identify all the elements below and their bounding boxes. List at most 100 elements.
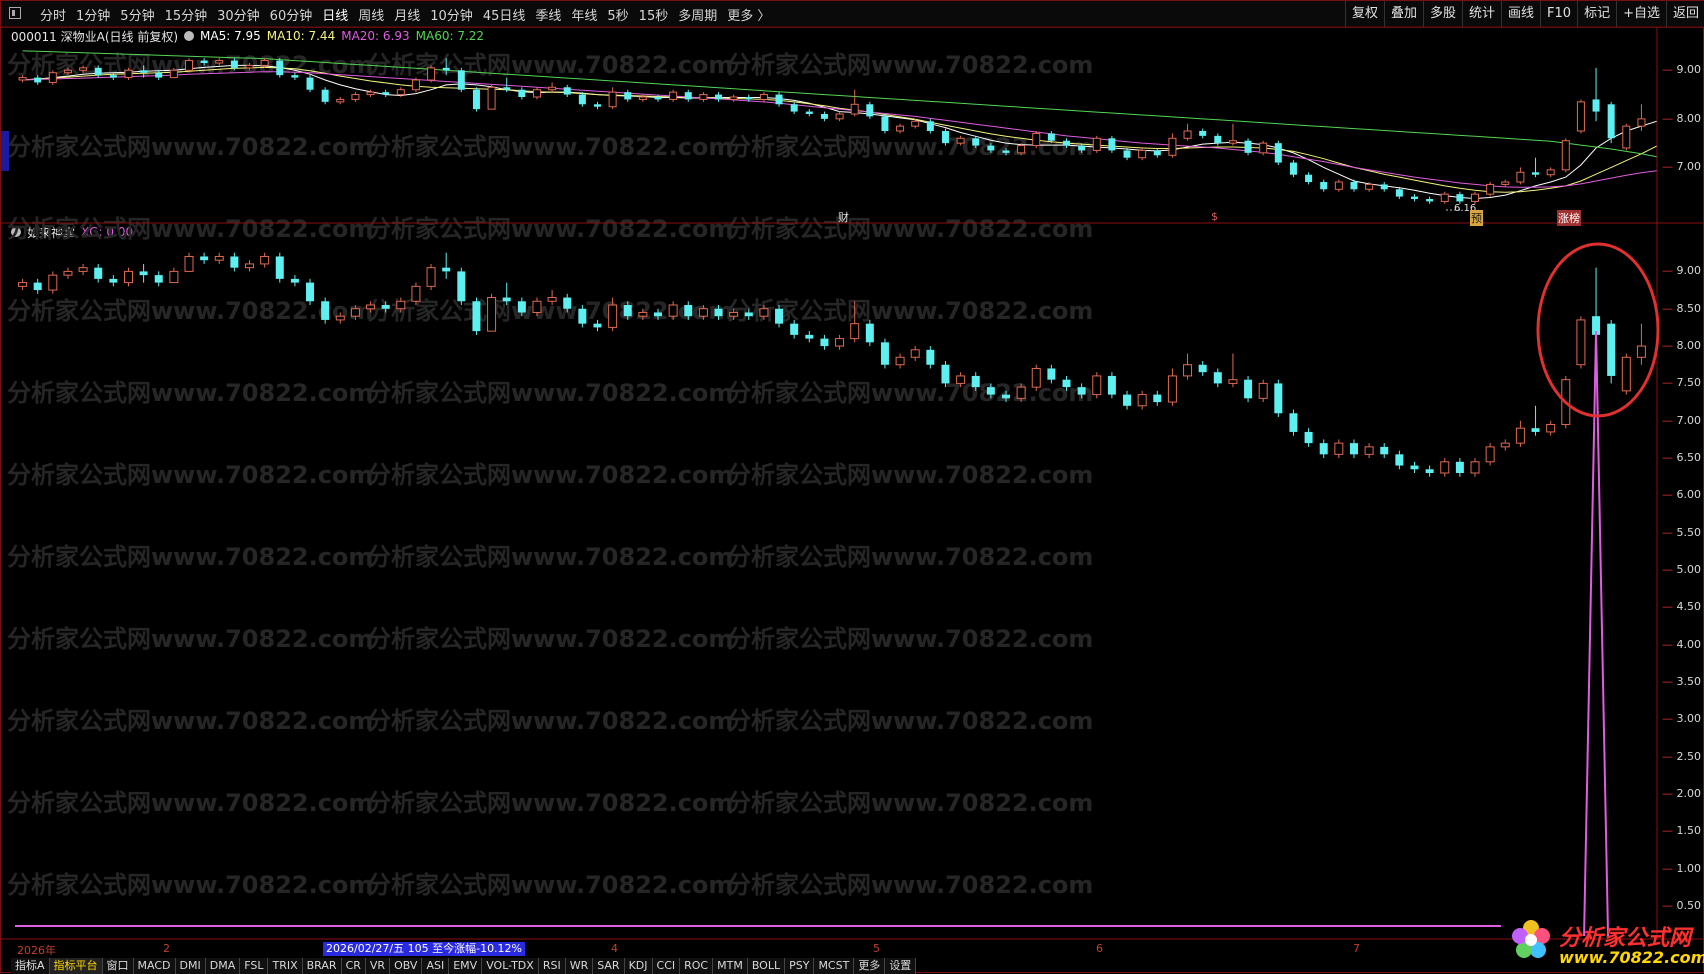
main-candle[interactable] xyxy=(1320,182,1328,190)
indicator-candle[interactable] xyxy=(578,308,587,324)
indicator-candle[interactable] xyxy=(1244,379,1253,399)
main-candle[interactable] xyxy=(548,86,557,91)
indicator-candle[interactable] xyxy=(1515,427,1525,444)
indicator-tab-10[interactable]: VR xyxy=(365,958,391,974)
main-candle[interactable] xyxy=(260,60,269,66)
main-candle[interactable] xyxy=(1168,137,1177,156)
main-candle[interactable] xyxy=(442,67,450,71)
main-candle[interactable] xyxy=(1637,118,1646,127)
main-candle[interactable] xyxy=(1289,162,1297,175)
main-candle[interactable] xyxy=(1607,104,1615,139)
indicator-candle[interactable] xyxy=(1258,382,1268,399)
main-candle[interactable] xyxy=(1576,101,1585,132)
indicator-candle[interactable] xyxy=(1531,428,1540,432)
indicator-candle[interactable] xyxy=(668,304,678,317)
main-candle[interactable] xyxy=(518,89,526,97)
main-candle[interactable] xyxy=(1456,194,1464,202)
indicator-candle[interactable] xyxy=(381,305,390,309)
indicator-candle[interactable] xyxy=(910,349,920,358)
forecast-marker[interactable]: 预 xyxy=(1470,210,1483,226)
indicator-candle[interactable] xyxy=(805,334,814,339)
indicator-tab-8[interactable]: BRAR xyxy=(302,958,342,974)
main-candle[interactable] xyxy=(200,60,208,63)
indicator-candle[interactable] xyxy=(971,375,980,388)
main-candle[interactable] xyxy=(1002,150,1010,153)
indicator-candle[interactable] xyxy=(1031,367,1041,388)
indicator-tab-2[interactable]: 窗口 xyxy=(102,958,134,974)
indicator-candle[interactable] xyxy=(517,301,526,313)
main-candle[interactable] xyxy=(896,125,905,132)
main-candle[interactable] xyxy=(1183,130,1192,139)
indicator-tab-18[interactable]: KDJ xyxy=(624,958,653,974)
main-candle[interactable] xyxy=(790,104,798,112)
indicator-candle[interactable] xyxy=(184,255,194,272)
main-candle[interactable] xyxy=(306,77,314,90)
main-candle[interactable] xyxy=(1138,149,1147,159)
indicator-candle[interactable] xyxy=(366,304,376,310)
main-candle[interactable] xyxy=(593,104,601,107)
main-candle[interactable] xyxy=(926,121,934,131)
main-candle[interactable] xyxy=(911,120,920,127)
indicator-candle[interactable] xyxy=(850,323,860,340)
indicator-candle[interactable] xyxy=(1107,375,1116,395)
main-candle[interactable] xyxy=(1380,184,1388,190)
indicator-tab-1[interactable]: 指标平台 xyxy=(49,958,103,974)
main-candle[interactable] xyxy=(866,104,874,117)
main-candle[interactable] xyxy=(745,97,753,100)
main-candle[interactable] xyxy=(715,94,723,100)
main-candle[interactable] xyxy=(1471,193,1480,202)
indicator-tab-21[interactable]: MTM xyxy=(713,958,748,974)
indicator-candle[interactable] xyxy=(1470,461,1480,474)
main-candle[interactable] xyxy=(34,77,42,83)
main-candle[interactable] xyxy=(79,67,88,71)
indicator-tab-5[interactable]: DMA xyxy=(205,958,241,974)
main-candle[interactable] xyxy=(503,87,511,90)
indicator-candle[interactable] xyxy=(1167,375,1177,403)
indicator-tab-25[interactable]: 更多 xyxy=(854,958,886,974)
main-candle[interactable] xyxy=(230,60,238,68)
main-candle[interactable] xyxy=(1395,189,1403,197)
indicator-candle[interactable] xyxy=(260,255,270,265)
main-candle[interactable] xyxy=(1501,181,1510,185)
main-candle[interactable] xyxy=(1244,140,1252,153)
main-candle[interactable] xyxy=(487,86,496,110)
indicator-candle[interactable] xyxy=(1123,394,1132,406)
main-candle[interactable] xyxy=(1486,183,1495,195)
indicator-candle[interactable] xyxy=(321,301,330,320)
indicator-candle[interactable] xyxy=(1395,454,1404,466)
indicator-candle[interactable] xyxy=(790,323,799,335)
indicator-candle[interactable] xyxy=(1153,394,1162,403)
main-candle[interactable] xyxy=(563,87,571,95)
indicator-candle[interactable] xyxy=(63,270,73,276)
indicator-candle[interactable] xyxy=(275,256,284,279)
main-candle[interactable] xyxy=(184,60,193,71)
main-candle[interactable] xyxy=(1017,145,1026,154)
indicator-tab-22[interactable]: BOLL xyxy=(747,958,786,974)
main-candle[interactable] xyxy=(1274,143,1282,163)
main-candle[interactable] xyxy=(382,92,390,95)
main-candle[interactable] xyxy=(336,98,345,103)
main-candle[interactable] xyxy=(1546,169,1555,176)
indicator-candle[interactable] xyxy=(1274,383,1283,414)
indicator-candle[interactable] xyxy=(835,338,845,347)
indicator-candle[interactable] xyxy=(1485,446,1495,463)
indicator-candle[interactable] xyxy=(563,297,572,309)
main-candle[interactable] xyxy=(276,60,284,76)
indicator-tab-9[interactable]: CR xyxy=(341,958,366,974)
indicator-candle[interactable] xyxy=(698,308,708,317)
indicator-candle[interactable] xyxy=(457,271,466,302)
indicator-candle[interactable] xyxy=(1137,394,1147,407)
indicator-candle[interactable] xyxy=(1410,465,1419,470)
indicator-candle[interactable] xyxy=(1062,379,1071,388)
main-candle[interactable] xyxy=(941,131,949,144)
main-candle[interactable] xyxy=(1532,172,1540,175)
indicator-tab-15[interactable]: RSI xyxy=(538,958,566,974)
main-candle[interactable] xyxy=(94,67,102,76)
main-candle[interactable] xyxy=(1516,171,1525,183)
indicator-candle[interactable] xyxy=(1425,469,1434,473)
main-candle[interactable] xyxy=(972,138,980,146)
main-candle[interactable] xyxy=(850,103,859,115)
indicator-tab-24[interactable]: MCST xyxy=(814,958,855,974)
main-candle[interactable] xyxy=(63,69,72,74)
indicator-candle[interactable] xyxy=(139,271,148,276)
